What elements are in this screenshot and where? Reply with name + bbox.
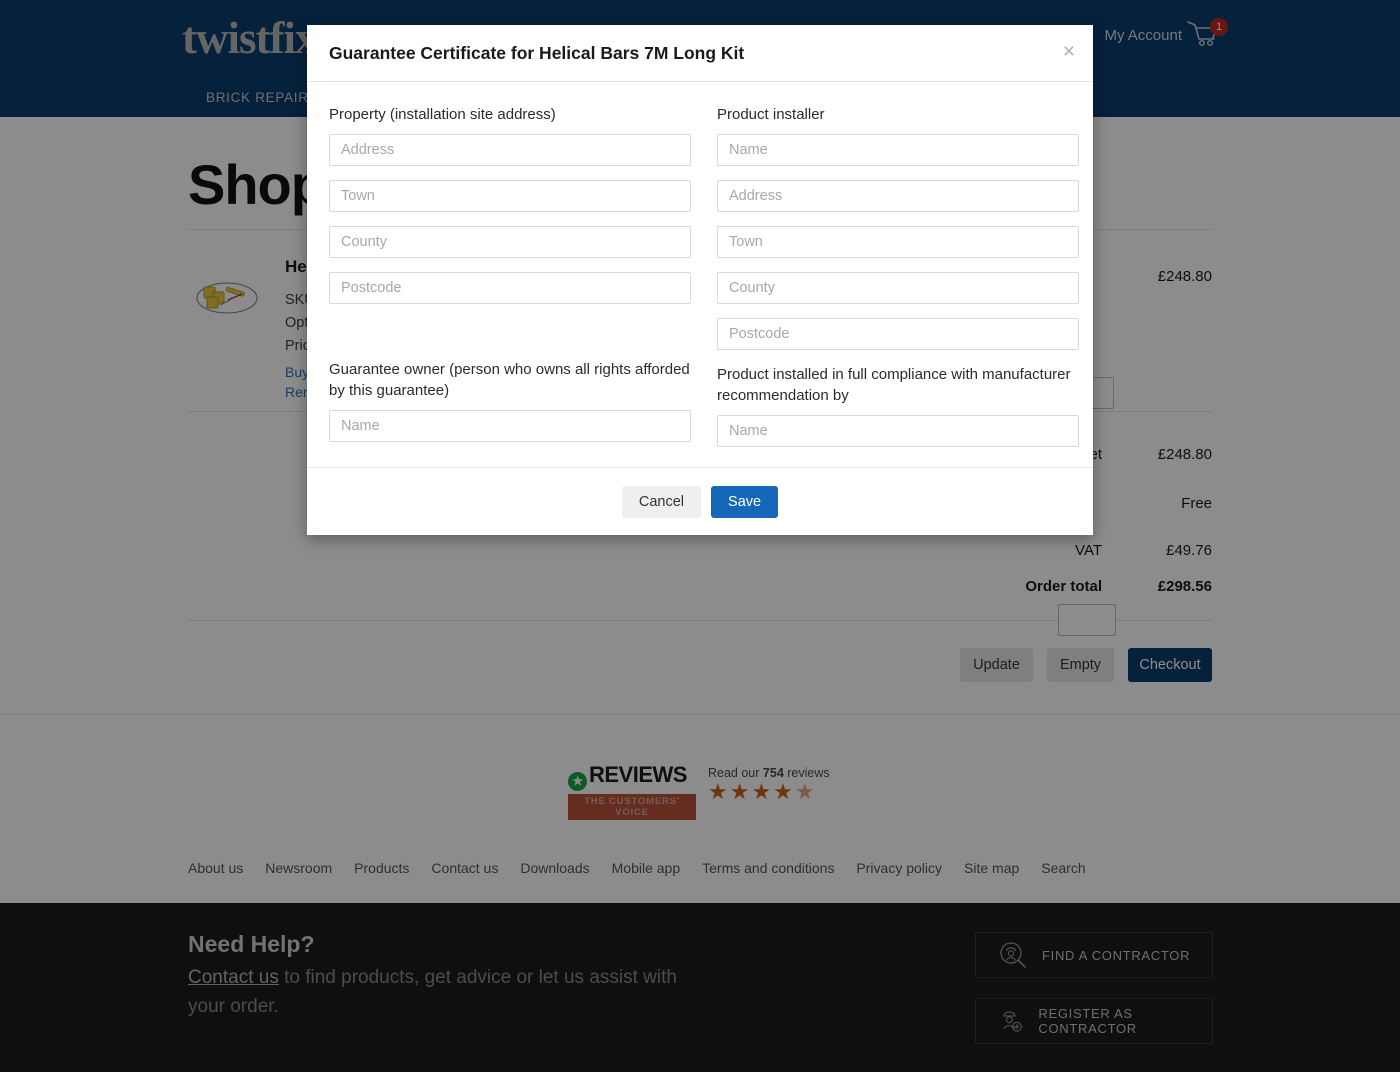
- property-postcode-input[interactable]: [329, 272, 691, 304]
- property-section-label: Property (installation site address): [329, 106, 556, 123]
- installer-address-input[interactable]: [717, 180, 1079, 212]
- property-county-input[interactable]: [329, 226, 691, 258]
- property-column: Property (installation site address) Gua…: [329, 104, 691, 461]
- cancel-button[interactable]: Cancel: [621, 485, 702, 518]
- installer-town-input[interactable]: [717, 226, 1079, 258]
- installer-postcode-input[interactable]: [717, 318, 1079, 350]
- installer-column: Product installer Product installed in f…: [717, 104, 1079, 461]
- installer-name-input[interactable]: [717, 134, 1079, 166]
- column-spacer: [329, 318, 691, 359]
- property-address-input[interactable]: [329, 134, 691, 166]
- modal-body: Property (installation site address) Gua…: [307, 82, 1093, 461]
- installer-section-label: Product installer: [717, 106, 825, 123]
- guarantee-certificate-modal: Guarantee Certificate for Helical Bars 7…: [307, 25, 1093, 535]
- modal-header: Guarantee Certificate for Helical Bars 7…: [307, 25, 1093, 82]
- close-icon[interactable]: ×: [1063, 41, 1075, 62]
- save-button[interactable]: Save: [711, 485, 779, 518]
- property-town-input[interactable]: [329, 180, 691, 212]
- guarantee-owner-name-input[interactable]: [329, 410, 691, 442]
- guarantee-owner-label: Guarantee owner (person who owns all rig…: [329, 361, 690, 399]
- modal-footer: Cancel Save: [307, 467, 1093, 535]
- installer-county-input[interactable]: [717, 272, 1079, 304]
- compliance-name-input[interactable]: [717, 415, 1079, 447]
- page-root: twistfix My Account 1 BRICK REPAIR CRACK…: [0, 0, 1400, 1072]
- compliance-label: Product installed in full compliance wit…: [717, 366, 1071, 404]
- modal-title: Guarantee Certificate for Helical Bars 7…: [329, 42, 745, 63]
